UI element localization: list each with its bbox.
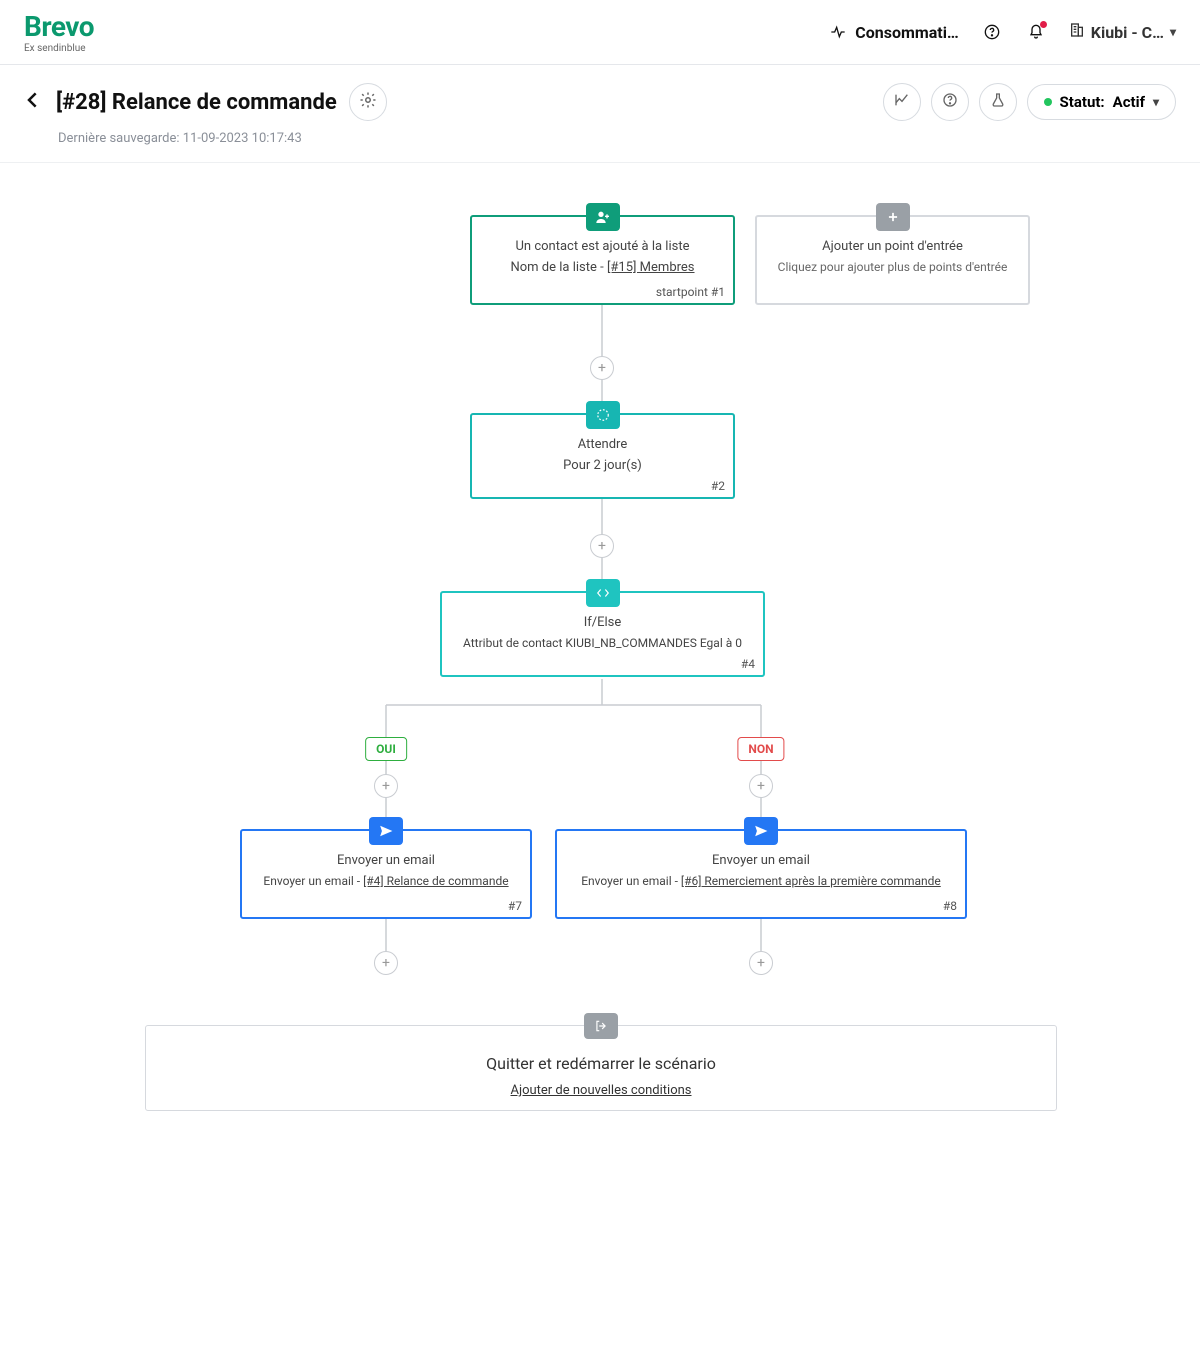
condition-title: If/Else [442, 615, 763, 630]
question-icon [942, 92, 958, 112]
status-button[interactable]: Statut: Actif ▾ [1027, 84, 1176, 120]
email-node-left[interactable]: Envoyer un email Envoyer un email - [#4]… [240, 829, 532, 919]
back-arrow-icon[interactable] [24, 90, 44, 114]
subheader-right: Statut: Actif ▾ [883, 83, 1176, 121]
email-right-link[interactable]: [#6] Remerciement après la première comm… [681, 874, 941, 888]
notification-dot-icon [1040, 21, 1047, 28]
exit-restart-node[interactable]: Quitter et redémarrer le scénario Ajoute… [145, 1025, 1057, 1111]
test-button[interactable] [979, 83, 1017, 121]
entry-node[interactable]: Un contact est ajouté à la liste Nom de … [470, 215, 735, 305]
status-prefix: Statut: [1060, 93, 1105, 111]
add-step-button[interactable]: + [749, 774, 773, 798]
wait-detail: Pour 2 jour(s) [472, 458, 733, 473]
wait-index: #2 [711, 479, 725, 493]
last-saved: Dernière sauvegarde: 11-09-2023 10:17:43 [58, 131, 387, 146]
wait-title: Attendre [472, 437, 733, 452]
nav-right: Consommati… Kiubi - C… ▾ [827, 21, 1176, 43]
chevron-down-icon: ▾ [1153, 95, 1159, 109]
add-step-button[interactable]: + [590, 356, 614, 380]
chevron-down-icon: ▾ [1170, 25, 1176, 39]
code-icon [586, 579, 620, 607]
email-left-title: Envoyer un email [242, 853, 530, 868]
condition-index: #4 [741, 657, 755, 671]
usage-link[interactable]: Consommati… [827, 21, 959, 43]
email-right-prefix: Envoyer un email - [581, 874, 681, 888]
yes-badge: OUI [365, 737, 407, 761]
no-badge: NON [737, 737, 784, 761]
wait-node[interactable]: Attendre Pour 2 jour(s) #2 [470, 413, 735, 499]
add-step-button[interactable]: + [374, 774, 398, 798]
logout-icon [584, 1013, 618, 1039]
restart-link[interactable]: Ajouter de nouvelles conditions [510, 1083, 691, 1098]
page-title: [#28] Relance de commande [56, 90, 337, 115]
email-left-prefix: Envoyer un email - [263, 874, 363, 888]
status-value: Actif [1113, 93, 1145, 111]
entry-title: Un contact est ajouté à la liste [472, 239, 733, 254]
org-label: Kiubi - C… [1091, 23, 1164, 42]
beaker-icon [990, 92, 1006, 112]
restart-title: Quitter et redémarrer le scénario [146, 1054, 1056, 1073]
subheader-left: [#28] Relance de commande Dernière sauve… [24, 83, 387, 146]
help-button[interactable] [931, 83, 969, 121]
brand-tagline: Ex sendinblue [24, 43, 94, 54]
email-right-detail: Envoyer un email - [#6] Remerciement apr… [557, 874, 965, 888]
add-step-button[interactable]: + [374, 951, 398, 975]
usage-label: Consommati… [855, 23, 959, 42]
bell-icon[interactable] [1025, 21, 1047, 43]
entry-detail: Nom de la liste - [#15] Membres [472, 260, 733, 275]
brand-name: Brevo [24, 10, 94, 43]
entry-startpoint: startpoint #1 [656, 285, 725, 299]
page-subheader: [#28] Relance de commande Dernière sauve… [0, 65, 1200, 163]
email-right-index: #8 [943, 899, 957, 913]
org-switcher[interactable]: Kiubi - C… ▾ [1069, 22, 1176, 42]
workflow-canvas[interactable]: Un contact est ajouté à la liste Nom de … [0, 163, 1200, 1173]
title-row: [#28] Relance de commande [24, 83, 387, 121]
email-node-right[interactable]: Envoyer un email Envoyer un email - [#6]… [555, 829, 967, 919]
settings-button[interactable] [349, 83, 387, 121]
add-entry-node[interactable]: Ajouter un point d'entrée Cliquez pour a… [755, 215, 1030, 305]
top-nav: Brevo Ex sendinblue Consommati… Kiubi - … [0, 0, 1200, 65]
email-right-title: Envoyer un email [557, 853, 965, 868]
add-step-button[interactable]: + [590, 534, 614, 558]
email-left-index: #7 [508, 899, 522, 913]
activity-icon [827, 21, 849, 43]
last-saved-value: 11-09-2023 10:17:43 [183, 131, 302, 146]
plus-icon [876, 203, 910, 231]
chart-icon [894, 92, 910, 112]
add-entry-sub: Cliquez pour ajouter plus de points d'en… [757, 260, 1028, 274]
add-entry-title: Ajouter un point d'entrée [757, 239, 1028, 254]
email-left-link[interactable]: [#4] Relance de commande [363, 874, 509, 888]
user-plus-icon [586, 203, 620, 231]
brand-logo[interactable]: Brevo Ex sendinblue [24, 10, 94, 54]
email-left-detail: Envoyer un email - [#4] Relance de comma… [242, 874, 530, 888]
condition-detail: Attribut de contact KIUBI_NB_COMMANDES E… [442, 636, 763, 650]
entry-list-link[interactable]: [#15] Membres [607, 260, 695, 275]
help-icon[interactable] [981, 21, 1003, 43]
clock-icon [586, 401, 620, 429]
condition-node[interactable]: If/Else Attribut de contact KIUBI_NB_COM… [440, 591, 765, 677]
building-icon [1069, 22, 1085, 42]
entry-list-label: Nom de la liste - [510, 260, 606, 275]
send-icon [744, 817, 778, 845]
last-saved-prefix: Dernière sauvegarde: [58, 131, 183, 146]
add-step-button[interactable]: + [749, 951, 773, 975]
stats-button[interactable] [883, 83, 921, 121]
send-icon [369, 817, 403, 845]
gear-icon [359, 91, 377, 113]
status-dot-icon [1044, 98, 1052, 106]
